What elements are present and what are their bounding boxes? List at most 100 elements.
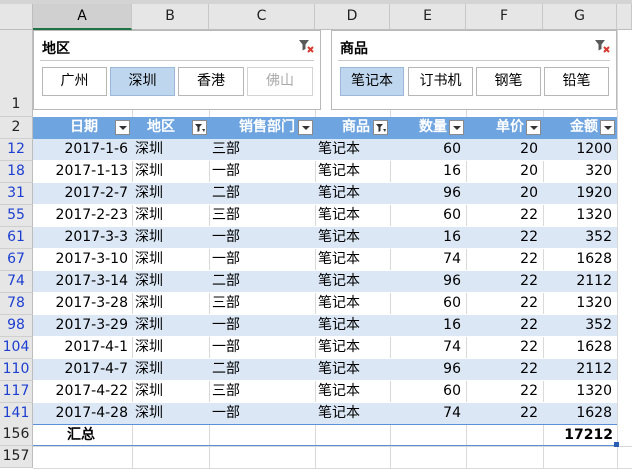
table-cell[interactable]: 60	[390, 205, 466, 227]
table-cell[interactable]: 74	[390, 249, 466, 271]
table-cell[interactable]: 一部	[209, 337, 315, 359]
table-cell[interactable]: 2017-2-7	[33, 183, 132, 205]
table-cell[interactable]: 笔记本	[315, 205, 390, 227]
slicer-item[interactable]: 佛山	[247, 67, 313, 96]
table-cell[interactable]: 96	[390, 271, 466, 293]
table-cell[interactable]: 22	[466, 205, 543, 227]
funnel-clear-icon[interactable]	[594, 38, 610, 54]
table-cell[interactable]: 1200	[543, 139, 617, 161]
header-cell[interactable]: 销售部门	[209, 117, 315, 139]
table-cell[interactable]: 笔记本	[315, 359, 390, 381]
table-cell[interactable]: 一部	[209, 315, 315, 337]
table-cell[interactable]: 深圳	[132, 227, 209, 249]
table-cell[interactable]: 2017-3-10	[33, 249, 132, 271]
column-header-f[interactable]: F	[466, 4, 543, 30]
table-cell[interactable]: 2017-4-7	[33, 359, 132, 381]
select-all-corner[interactable]	[0, 4, 33, 30]
table-cell[interactable]: 74	[390, 337, 466, 359]
row-header-filtered[interactable]: 110	[0, 359, 33, 381]
header-cell[interactable]: 数量	[390, 117, 466, 139]
table-cell[interactable]: 笔记本	[315, 183, 390, 205]
table-cell[interactable]: 16	[390, 227, 466, 249]
header-cell[interactable]: 商品	[315, 117, 390, 139]
total-label[interactable]: 汇总	[67, 425, 147, 447]
row-header-filtered[interactable]: 74	[0, 271, 33, 293]
row-header[interactable]: 1	[0, 30, 33, 117]
table-cell[interactable]: 深圳	[132, 161, 209, 183]
table-cell[interactable]: 深圳	[132, 315, 209, 337]
dropdown-arrow-icon[interactable]	[600, 120, 615, 135]
table-cell[interactable]: 深圳	[132, 205, 209, 227]
table-cell[interactable]: 一部	[209, 403, 315, 425]
column-header-next[interactable]	[617, 4, 632, 30]
row-header-filtered[interactable]: 18	[0, 161, 33, 183]
table-cell[interactable]: 22	[466, 293, 543, 315]
column-header-d[interactable]: D	[315, 4, 390, 30]
table-cell[interactable]: 2017-4-1	[33, 337, 132, 359]
table-cell[interactable]: 2017-1-13	[33, 161, 132, 183]
table-cell[interactable]: 1628	[543, 249, 617, 271]
funnel-clear-icon[interactable]	[298, 38, 314, 54]
table-cell[interactable]: 二部	[209, 183, 315, 205]
table-cell[interactable]: 2017-2-23	[33, 205, 132, 227]
table-cell[interactable]: 22	[466, 381, 543, 403]
table-cell[interactable]: 74	[390, 403, 466, 425]
row-header-filtered[interactable]: 31	[0, 183, 33, 205]
table-cell[interactable]: 22	[466, 315, 543, 337]
table-cell[interactable]: 22	[466, 359, 543, 381]
table-cell[interactable]: 2017-3-29	[33, 315, 132, 337]
table-cell[interactable]: 352	[543, 315, 617, 337]
table-cell[interactable]: 笔记本	[315, 337, 390, 359]
header-cell[interactable]: 日期	[33, 117, 132, 139]
table-cell[interactable]: 一部	[209, 161, 315, 183]
table-cell[interactable]: 深圳	[132, 139, 209, 161]
table-cell[interactable]: 笔记本	[315, 249, 390, 271]
table-cell[interactable]: 2112	[543, 271, 617, 293]
table-cell[interactable]: 一部	[209, 249, 315, 271]
table-cell[interactable]: 22	[466, 227, 543, 249]
table-cell[interactable]: 320	[543, 161, 617, 183]
row-header-filtered[interactable]: 104	[0, 337, 33, 359]
table-cell[interactable]: 1920	[543, 183, 617, 205]
column-header-c[interactable]: C	[209, 4, 315, 30]
table-cell[interactable]: 2017-4-22	[33, 381, 132, 403]
row-header-filtered[interactable]: 61	[0, 227, 33, 249]
table-cell[interactable]: 22	[466, 403, 543, 425]
slicer-item[interactable]: 笔记本	[340, 67, 404, 96]
row-header-filtered[interactable]: 78	[0, 293, 33, 315]
table-cell[interactable]: 笔记本	[315, 315, 390, 337]
table-cell[interactable]: 深圳	[132, 183, 209, 205]
row-header[interactable]: 157	[0, 446, 33, 468]
slicer-item[interactable]: 香港	[178, 67, 244, 96]
slicer-item[interactable]: 订书机	[408, 67, 473, 96]
row-header[interactable]: 156	[0, 424, 33, 446]
table-cell[interactable]: 2017-3-3	[33, 227, 132, 249]
table-cell[interactable]: 1320	[543, 293, 617, 315]
table-cell[interactable]: 三部	[209, 139, 315, 161]
table-cell[interactable]: 2017-3-28	[33, 293, 132, 315]
table-cell[interactable]: 96	[390, 359, 466, 381]
table-cell[interactable]: 60	[390, 381, 466, 403]
row-header-filtered[interactable]: 98	[0, 315, 33, 337]
table-cell[interactable]: 1320	[543, 205, 617, 227]
table-cell[interactable]: 深圳	[132, 359, 209, 381]
column-header-e[interactable]: E	[390, 4, 466, 30]
table-cell[interactable]: 深圳	[132, 403, 209, 425]
table-cell[interactable]: 2112	[543, 359, 617, 381]
column-header-g[interactable]: G	[543, 4, 617, 30]
row-header-filtered[interactable]: 141	[0, 403, 33, 425]
dropdown-arrow-icon[interactable]	[115, 120, 130, 135]
dropdown-arrow-icon[interactable]	[526, 120, 541, 135]
table-cell[interactable]: 笔记本	[315, 161, 390, 183]
slicer-item[interactable]: 广州	[42, 67, 107, 96]
header-cell[interactable]: 单价	[466, 117, 543, 139]
table-cell[interactable]: 笔记本	[315, 139, 390, 161]
table-cell[interactable]: 笔记本	[315, 271, 390, 293]
table-cell[interactable]: 二部	[209, 359, 315, 381]
table-cell[interactable]: 16	[390, 161, 466, 183]
table-cell[interactable]: 三部	[209, 205, 315, 227]
table-cell[interactable]: 2017-4-28	[33, 403, 132, 425]
table-cell[interactable]: 20	[466, 139, 543, 161]
table-cell[interactable]: 笔记本	[315, 403, 390, 425]
table-cell[interactable]: 三部	[209, 293, 315, 315]
